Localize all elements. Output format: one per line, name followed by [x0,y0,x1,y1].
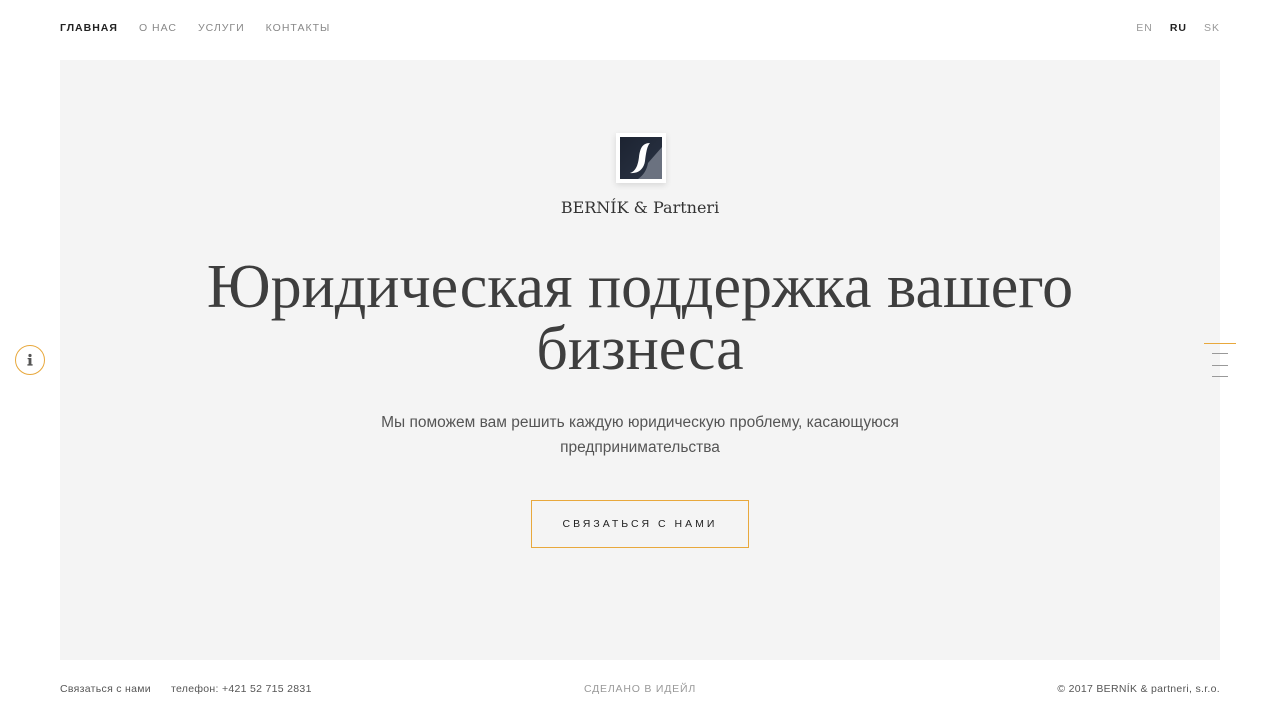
language-switcher: EN RU SK [1136,22,1220,34]
main-nav: ГЛАВНАЯ О НАС УСЛУГИ КОНТАКТЫ [60,22,330,34]
page: ГЛАВНАЯ О НАС УСЛУГИ КОНТАКТЫ EN RU SK B… [0,0,1280,720]
hero-subtitle: Мы поможем вам решить каждую юридическую… [381,414,899,456]
info-button[interactable] [15,345,45,375]
footer-phone[interactable]: телефон: +421 52 715 2831 [171,683,312,695]
nav-item-about[interactable]: О НАС [139,22,177,34]
lang-ru[interactable]: RU [1170,22,1187,34]
footer-contact-link[interactable]: Связаться с нами [60,683,151,695]
stylized-s-logo-icon [620,137,662,179]
nav-item-home[interactable]: ГЛАВНАЯ [60,22,118,34]
hamburger-menu-button[interactable] [1204,342,1236,378]
footer-contact: Связаться с нами телефон: +421 52 715 28… [60,683,312,695]
footer-copyright: © 2017 BERNÍK & partneri, s.r.o. [1057,683,1220,695]
brand-name: BERNÍK & Partneri [560,198,720,217]
lang-en[interactable]: EN [1136,22,1153,34]
info-icon [27,353,33,366]
hero-title: Юридическая поддержка вашего бизнеса [206,253,1074,383]
brand-logo[interactable] [616,133,666,183]
contact-us-button[interactable]: СВЯЗАТЬСЯ С НАМИ [531,500,749,548]
made-by-link[interactable]: СДЕЛАНО В ИДЕЙЛ [584,683,696,695]
lang-sk[interactable]: SK [1204,22,1220,34]
hero-section: BERNÍK & Partneri Юридическая поддержка … [60,60,1220,660]
nav-item-services[interactable]: УСЛУГИ [198,22,245,34]
nav-item-contacts[interactable]: КОНТАКТЫ [266,22,331,34]
